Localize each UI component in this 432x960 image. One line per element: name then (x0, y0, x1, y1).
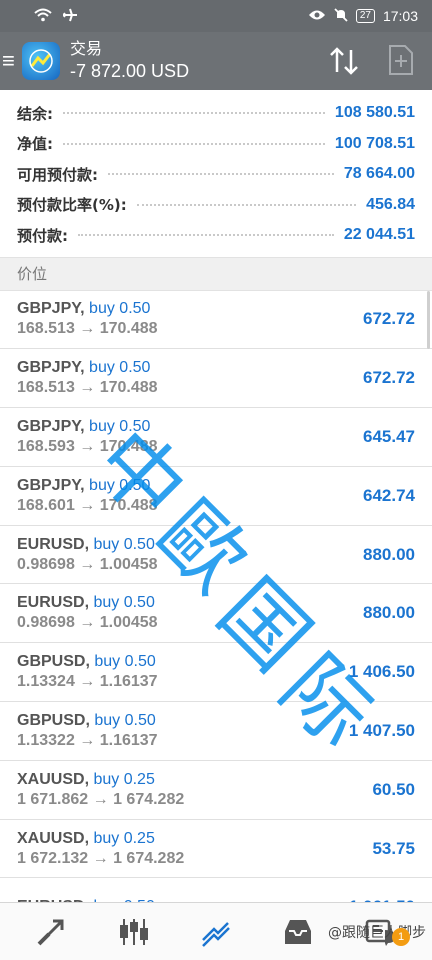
position-row[interactable]: XAUUSD, buy 0.25 1 672.132 → 1 674.282 5… (0, 820, 432, 879)
order-type: buy 0.50 (89, 300, 151, 318)
status-bar: 27 17:03 (0, 0, 432, 32)
scrollbar[interactable] (427, 290, 430, 349)
position-row[interactable]: XAUUSD, buy 0.25 1 671.862 → 1 674.282 6… (0, 761, 432, 820)
history-icon[interactable] (278, 912, 318, 952)
order-type: buy 0.50 (89, 417, 151, 435)
notification-badge: 1 (392, 928, 410, 946)
dotted-leader (108, 173, 334, 176)
dotted-leader (78, 234, 334, 237)
margin-level-row: 预付款比率(%): 456.84 (0, 190, 432, 221)
profit: 642.74 (363, 485, 415, 505)
page-title: 交易 (70, 41, 103, 58)
chart-icon[interactable] (114, 912, 154, 952)
app-logo[interactable] (22, 42, 60, 80)
symbol: GBPJPY, (17, 476, 85, 494)
symbol: EURUSD, (17, 535, 90, 553)
balance-label: 结余: (17, 104, 53, 123)
position-row[interactable]: GBPJPY, buy 0.50 168.601 → 170.488 642.7… (0, 467, 432, 526)
margin-level-label: 预付款比率(%): (17, 196, 127, 215)
margin-row: 预付款: 22 044.51 (0, 220, 432, 251)
order-type: buy 0.50 (94, 653, 156, 671)
profit: 672.72 (363, 309, 415, 329)
price-range: 168.513 → 170.488 (17, 379, 158, 397)
position-row[interactable]: GBPJPY, buy 0.50 168.593 → 170.488 645.4… (0, 408, 432, 467)
eye-icon (308, 8, 326, 24)
symbol: GBPUSD, (17, 653, 90, 671)
position-row[interactable]: GBPUSD, buy 0.50 1.13322 → 1.16137 1 407… (0, 702, 432, 761)
margin-level-value: 456.84 (366, 195, 415, 213)
free-margin-value: 78 664.00 (343, 165, 415, 183)
profit: 60.50 (372, 779, 415, 799)
price-range: 1 671.862 → 1 674.282 (17, 790, 185, 808)
airplane-icon (62, 8, 78, 25)
position-row[interactable]: EURUSD, buy 0.50 0.98698 → 1.00458 880.0… (0, 526, 432, 585)
symbol: GBPJPY, (17, 300, 85, 318)
symbol: GBPJPY, (17, 417, 85, 435)
symbol: GBPJPY, (17, 359, 85, 377)
symbol: GBPUSD, (17, 711, 90, 729)
app-header: ≡ 交易 -7 872.00 USD (0, 32, 432, 90)
equity-label: 净值: (17, 135, 53, 154)
profit: 645.47 (363, 426, 415, 446)
new-order-icon[interactable] (388, 44, 414, 76)
order-type: buy 0.50 (93, 535, 155, 553)
margin-label: 预付款: (17, 226, 68, 245)
price-range: 168.513 → 170.488 (17, 320, 158, 338)
dotted-leader (63, 142, 325, 145)
floating-profit: -7 872.00 USD (70, 61, 190, 81)
symbol: XAUUSD, (17, 770, 90, 788)
clock: 17:03 (382, 8, 418, 24)
position-row[interactable]: EURUSD, buy 0.50 0.98698 → 1.00458 880.0… (0, 584, 432, 644)
symbol: XAUUSD, (17, 829, 90, 847)
price-range: 168.593 → 170.488 (17, 437, 158, 455)
order-type: buy 0.50 (94, 711, 156, 729)
symbol: EURUSD, (17, 594, 90, 612)
author-watermark: @跟随巨人脚步 (328, 925, 426, 941)
account-summary: 结余: 108 580.51 净值: 100 708.51 可用预付款: 78 … (0, 90, 432, 257)
position-row[interactable]: GBPJPY, buy 0.50 168.513 → 170.488 672.7… (0, 291, 432, 350)
wifi-icon (34, 8, 52, 25)
menu-icon[interactable]: ≡ (0, 50, 16, 72)
position-row[interactable]: GBPUSD, buy 0.50 1.13324 → 1.16137 1 406… (0, 643, 432, 703)
positions-list: GBPJPY, buy 0.50 168.513 → 170.488 672.7… (0, 290, 432, 938)
price-range: 0.98698 → 1.00458 (17, 614, 158, 632)
price-range: 168.601 → 170.488 (17, 496, 158, 514)
trade-icon[interactable] (196, 912, 236, 952)
quotes-icon[interactable] (31, 912, 71, 952)
order-type: buy 0.25 (93, 829, 155, 847)
positions-section-header: 价位 (0, 256, 432, 291)
profit: 1 406.50 (348, 662, 415, 682)
balance-row: 结余: 108 580.51 (0, 98, 432, 129)
margin-value: 22 044.51 (343, 226, 415, 244)
dotted-leader (63, 112, 325, 115)
order-type: buy 0.50 (89, 359, 151, 377)
sort-icon[interactable] (328, 46, 360, 76)
price-range: 0.98698 → 1.00458 (17, 555, 158, 573)
battery-icon: 27 (355, 9, 375, 23)
free-margin-label: 可用预付款: (17, 165, 98, 184)
mute-icon (334, 7, 348, 25)
profit: 880.00 (363, 603, 415, 623)
price-range: 1.13324 → 1.16137 (17, 673, 158, 691)
profit: 1 407.50 (348, 720, 415, 740)
dotted-leader (136, 203, 357, 206)
order-type: buy 0.25 (93, 770, 155, 788)
balance-value: 108 580.51 (334, 104, 415, 122)
price-range: 1.13322 → 1.16137 (17, 731, 158, 749)
profit: 880.00 (363, 544, 415, 564)
order-type: buy 0.50 (89, 476, 151, 494)
free-margin-row: 可用预付款: 78 664.00 (0, 159, 432, 190)
profit: 53.75 (372, 838, 415, 858)
profit: 672.72 (363, 368, 415, 388)
price-range: 1 672.132 → 1 674.282 (17, 849, 185, 867)
equity-value: 100 708.51 (334, 134, 415, 152)
position-row[interactable]: GBPJPY, buy 0.50 168.513 → 170.488 672.7… (0, 349, 432, 409)
order-type: buy 0.50 (93, 594, 155, 612)
equity-row: 净值: 100 708.51 (0, 129, 432, 160)
